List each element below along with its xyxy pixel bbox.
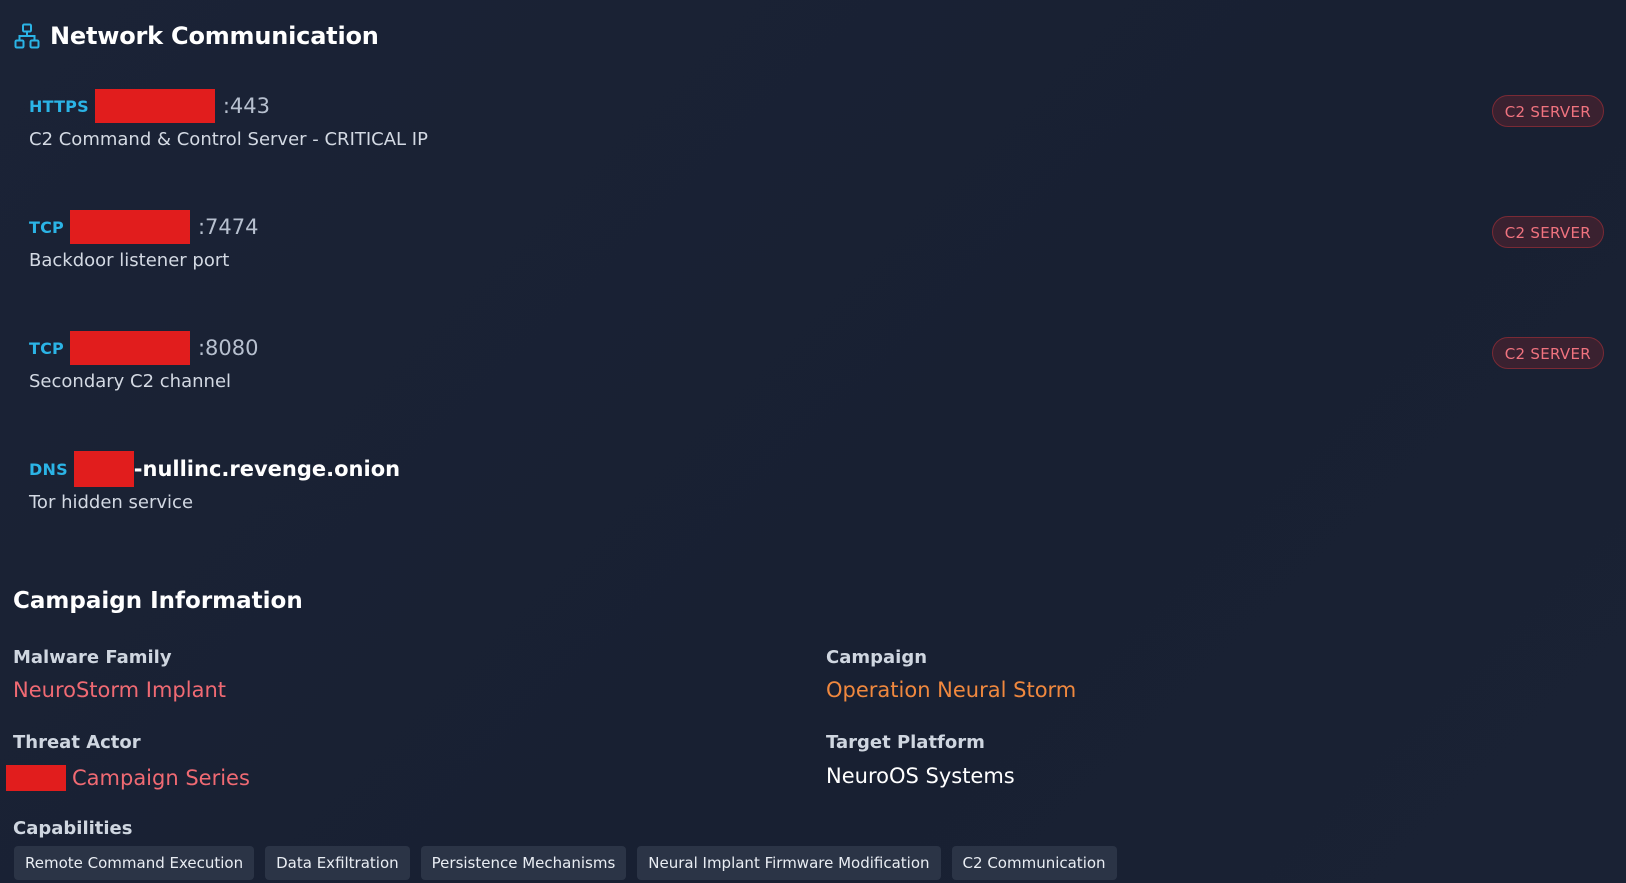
threat-actor-value: Campaign Series xyxy=(72,766,250,790)
capability-chip[interactable]: Remote Command Execution xyxy=(14,846,255,880)
c2-server-badge: C2 SERVER xyxy=(1491,95,1604,127)
network-entry[interactable]: TCP :7474 Backdoor listener port C2 SERV… xyxy=(0,209,1626,330)
port-label: :443 xyxy=(222,94,271,118)
target-platform-label: Target Platform xyxy=(826,732,985,753)
network-entry-description: Secondary C2 channel xyxy=(29,371,232,392)
protocol-label: TCP xyxy=(29,217,64,237)
network-entry-description: Tor hidden service xyxy=(29,492,194,513)
redacted-actor-name xyxy=(6,765,66,791)
redacted-address xyxy=(94,89,215,123)
capability-chip[interactable]: Neural Implant Firmware Modification xyxy=(637,846,941,880)
malware-family-label: Malware Family xyxy=(13,647,172,668)
capabilities-label: Capabilities xyxy=(13,818,133,839)
network-entry[interactable]: TCP :8080 Secondary C2 channel C2 SERVER xyxy=(0,330,1626,451)
network-entry[interactable]: HTTPS :443 C2 Command & Control Server -… xyxy=(0,88,1626,209)
campaign-label: Campaign xyxy=(826,647,928,668)
port-label: :7474 xyxy=(197,215,259,239)
threat-actor-value-wrap: Campaign Series xyxy=(6,765,250,791)
network-section-title: Network Communication xyxy=(50,22,379,50)
network-entry-description: C2 Command & Control Server - CRITICAL I… xyxy=(29,129,428,150)
campaign-section-title: Campaign Information xyxy=(13,588,303,614)
protocol-label: DNS xyxy=(29,459,68,479)
c2-server-badge: C2 SERVER xyxy=(1491,337,1604,369)
c2-server-badge: C2 SERVER xyxy=(1491,216,1604,248)
target-platform-value: NeuroOS Systems xyxy=(826,764,1015,788)
malware-family-value: NeuroStorm Implant xyxy=(13,678,226,702)
redacted-host xyxy=(73,451,134,487)
protocol-label: HTTPS xyxy=(29,96,89,116)
network-entry-list: HTTPS :443 C2 Command & Control Server -… xyxy=(0,88,1626,572)
redacted-address xyxy=(69,331,190,365)
port-label: :8080 xyxy=(197,336,259,360)
campaign-value: Operation Neural Storm xyxy=(826,678,1077,702)
network-icon xyxy=(14,23,40,49)
capability-chip[interactable]: Persistence Mechanisms xyxy=(420,846,627,880)
network-entry-description: Backdoor listener port xyxy=(29,250,230,271)
protocol-label: TCP xyxy=(29,338,64,358)
host-name: -nullinc.revenge.onion xyxy=(133,457,401,481)
capability-chip[interactable]: Data Exfiltration xyxy=(265,846,410,880)
redacted-address xyxy=(69,210,190,244)
threat-report-panel: Network Communication HTTPS :443 C2 Comm… xyxy=(0,0,1626,883)
network-section-header: Network Communication xyxy=(14,22,379,50)
threat-actor-label: Threat Actor xyxy=(13,732,141,753)
capabilities-list: Remote Command Execution Data Exfiltrati… xyxy=(14,846,1117,880)
network-entry[interactable]: DNS -nullinc.revenge.onion Tor hidden se… xyxy=(0,451,1626,572)
capability-chip[interactable]: C2 Communication xyxy=(951,846,1117,880)
